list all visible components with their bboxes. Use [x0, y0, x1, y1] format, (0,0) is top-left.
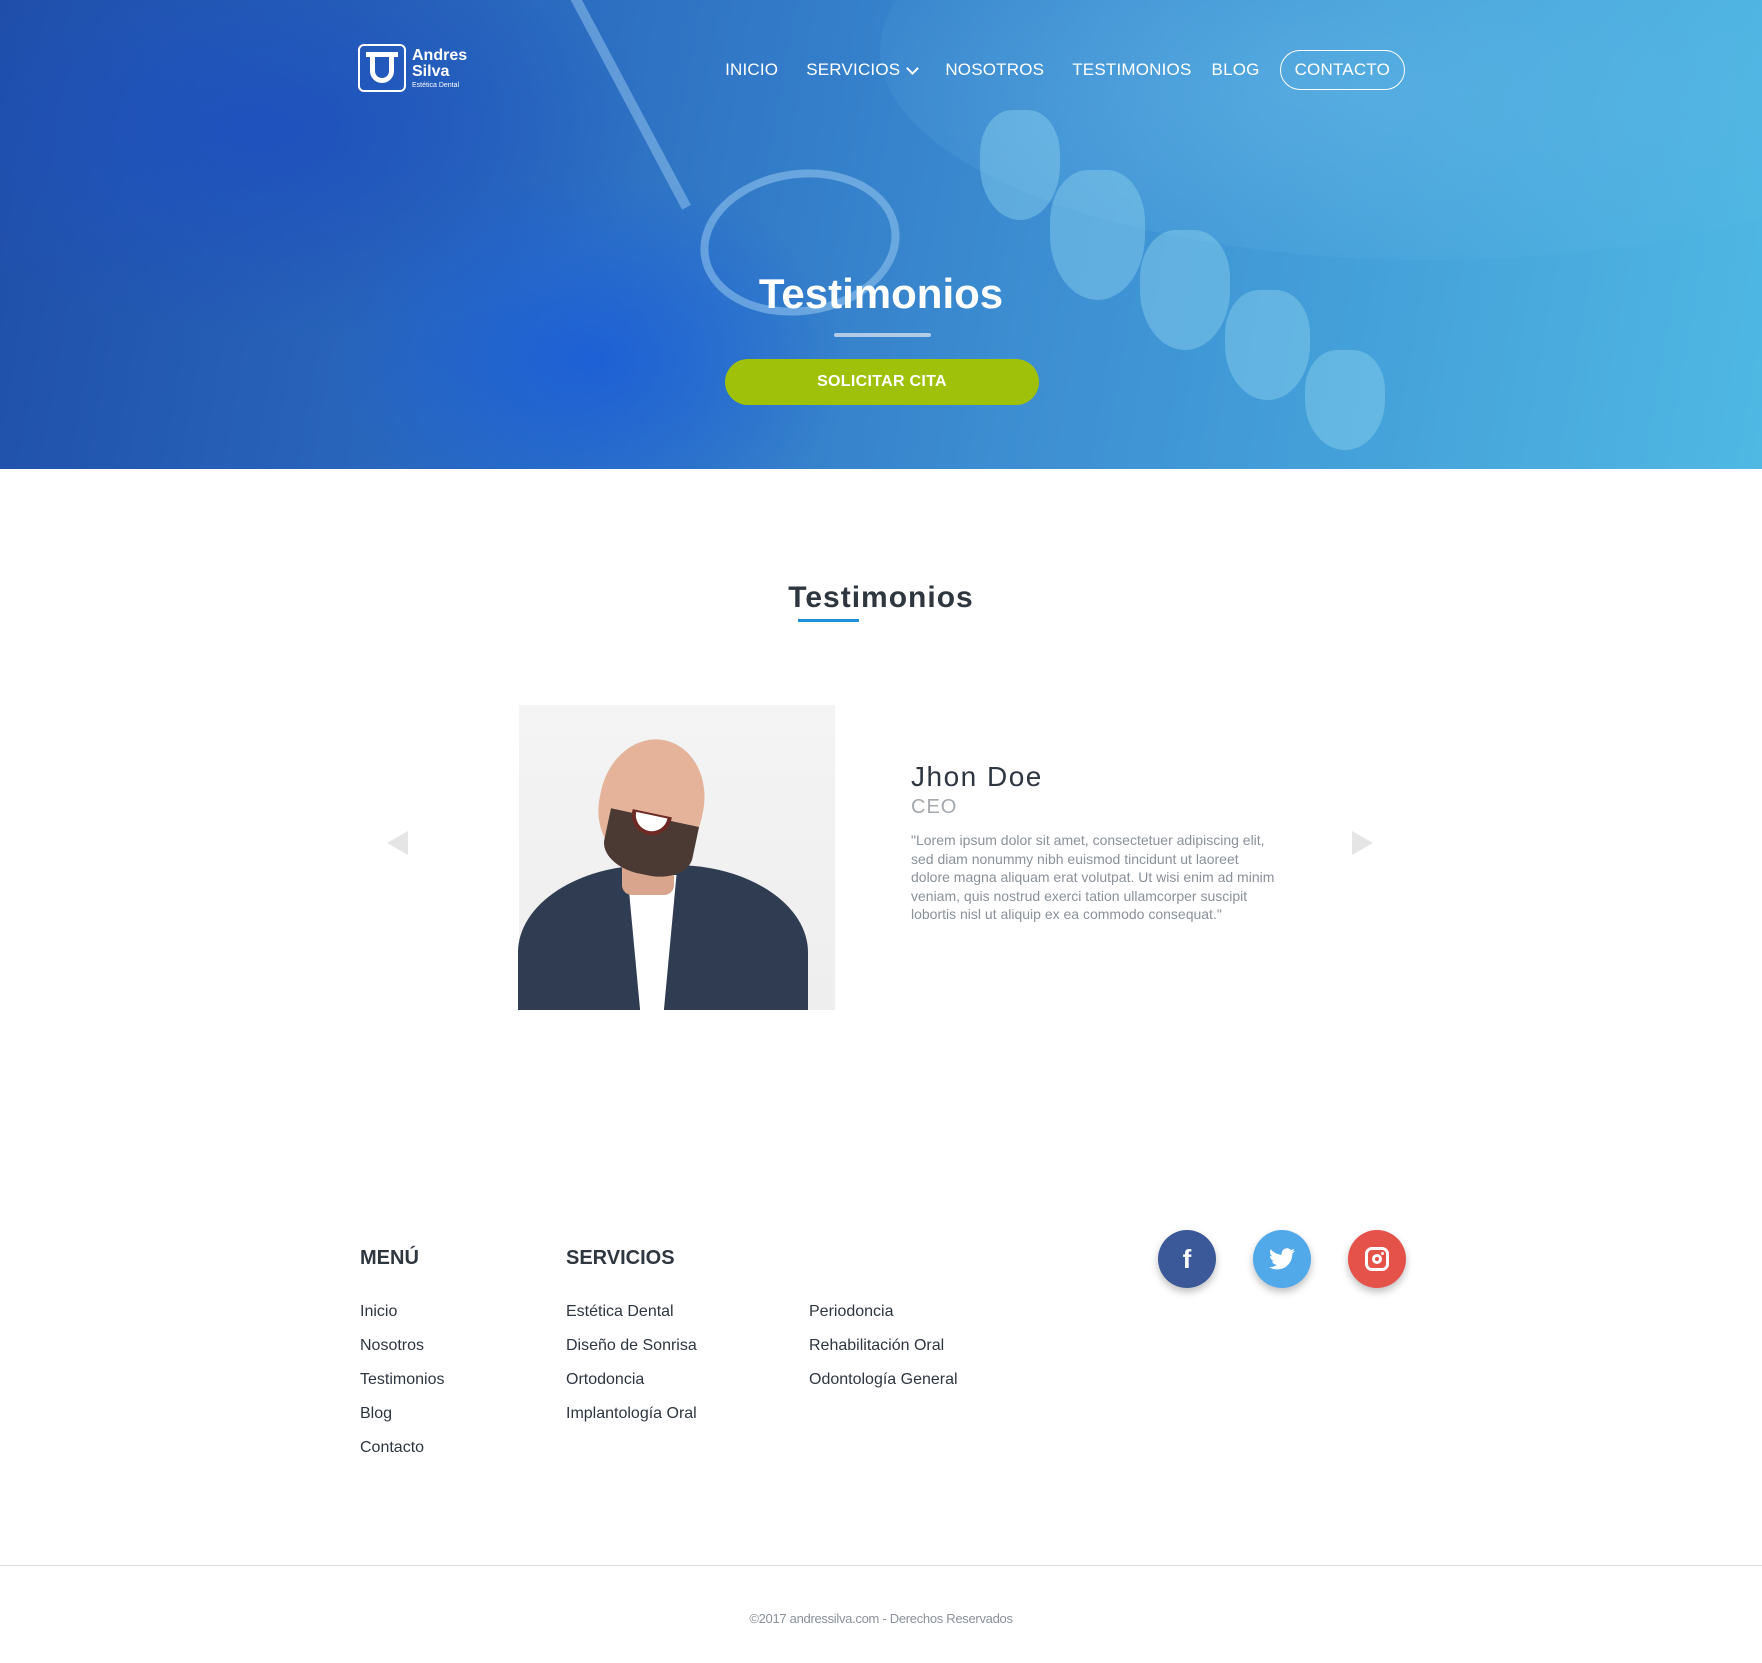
photo-left-margin — [482, 705, 519, 1010]
footer-services-title: SERVICIOS — [566, 1247, 675, 1269]
nav-item-nosotros[interactable]: NOSOTROS — [945, 60, 1044, 80]
logo-mark-u — [370, 53, 394, 83]
top-navigation: Andres Silva Estética Dental INICIO SERV… — [0, 0, 1762, 140]
footer-services-list-2: Periodoncia Rehabilitación Oral Odontolo… — [809, 1303, 958, 1405]
logo-icon — [358, 44, 406, 92]
page: Andres Silva Estética Dental INICIO SERV… — [0, 0, 1762, 1663]
footer-link-testimonios[interactable]: Testimonios — [360, 1371, 444, 1405]
brand-logo[interactable]: Andres Silva Estética Dental — [358, 44, 467, 92]
hero-title-underline — [834, 333, 931, 337]
footer-link-periodoncia[interactable]: Periodoncia — [809, 1303, 958, 1337]
testimonial-name: Jhon Doe — [911, 761, 1043, 792]
carousel-next-icon[interactable] — [1352, 831, 1373, 855]
hero-title: Testimonios — [758, 270, 1004, 317]
nav-item-inicio[interactable]: INICIO — [725, 60, 778, 80]
footer-link-ortodoncia[interactable]: Ortodoncia — [566, 1371, 697, 1405]
section-title-underline — [798, 619, 859, 622]
footer-menu-list: Inicio Nosotros Testimonios Blog Contact… — [360, 1303, 444, 1473]
twitter-icon[interactable] — [1253, 1230, 1311, 1288]
main-menu: INICIO SERVICIOS NOSOTROS TESTIMONIOS BL… — [697, 50, 1405, 90]
footer-link-rehabilitacion[interactable]: Rehabilitación Oral — [809, 1337, 958, 1371]
footer-divider — [0, 1565, 1762, 1566]
nav-contact-button[interactable]: CONTACTO — [1279, 50, 1405, 90]
facebook-icon[interactable]: f — [1158, 1230, 1216, 1288]
footer-link-inicio[interactable]: Inicio — [360, 1303, 444, 1337]
twitter-bird-glyph — [1269, 1248, 1295, 1270]
chevron-down-icon — [906, 61, 920, 75]
footer-link-implantologia[interactable]: Implantología Oral — [566, 1405, 697, 1439]
footer-link-contacto[interactable]: Contacto — [360, 1439, 444, 1473]
footer-link-nosotros[interactable]: Nosotros — [360, 1337, 444, 1371]
nav-item-blog[interactable]: BLOG — [1212, 60, 1260, 80]
logo-tagline: Estética Dental — [412, 81, 460, 89]
footer-link-diseno-sonrisa[interactable]: Diseño de Sonrisa — [566, 1337, 697, 1371]
logo-name-line2: Silva — [412, 62, 450, 80]
testimonial-quote: "Lorem ipsum dolor sit amet, consectetue… — [911, 832, 1275, 922]
solicitar-cita-button[interactable]: SOLICITAR CITA — [725, 359, 1039, 405]
footer-link-estetica-dental[interactable]: Estética Dental — [566, 1303, 697, 1337]
footer-link-blog[interactable]: Blog — [360, 1405, 444, 1439]
logo-text: Andres Silva Estética Dental — [412, 46, 468, 89]
section-title: Testimonios — [788, 581, 974, 614]
nav-item-servicios[interactable]: SERVICIOS — [806, 60, 920, 80]
hero-tooth — [1305, 350, 1385, 450]
footer-link-odontologia-general[interactable]: Odontología General — [809, 1371, 958, 1405]
instagram-icon[interactable] — [1348, 1230, 1406, 1288]
instagram-glyph — [1365, 1247, 1389, 1271]
logo-name-line1: Andres — [412, 46, 468, 64]
hero-banner: Andres Silva Estética Dental INICIO SERV… — [0, 0, 1762, 469]
testimonial-photo — [482, 705, 835, 1010]
copyright-text: ©2017 andressilva.com - Derechos Reserva… — [749, 1611, 1013, 1626]
footer-menu-title: MENÚ — [360, 1247, 419, 1269]
nav-item-servicios-label: SERVICIOS — [806, 60, 901, 79]
carousel-prev-icon[interactable] — [387, 831, 408, 855]
nav-item-testimonios[interactable]: TESTIMONIOS — [1072, 60, 1191, 80]
footer-services-list-1: Estética Dental Diseño de Sonrisa Ortodo… — [566, 1303, 697, 1439]
testimonial-role: CEO — [911, 796, 958, 818]
